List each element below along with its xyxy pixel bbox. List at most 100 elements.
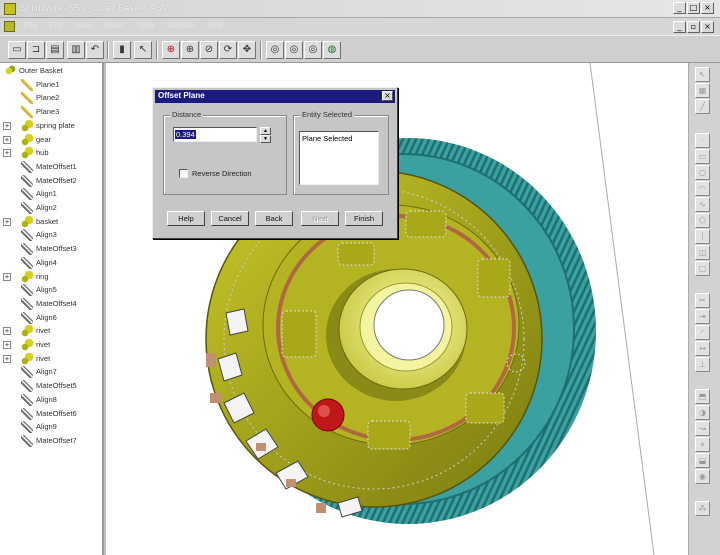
offset-icon[interactable]: ▢ — [695, 261, 710, 276]
doc-minimize-button[interactable]: _ — [673, 21, 686, 33]
select-icon[interactable]: ↖ — [134, 41, 152, 59]
tree-item-rivet[interactable]: + rivet — [0, 325, 102, 338]
tree-item-plane2[interactable]: Plane2 — [0, 92, 102, 105]
spline-icon[interactable]: ∿ — [695, 197, 710, 212]
tree-item-ring[interactable]: + ring — [0, 270, 102, 283]
dialog-title-bar[interactable]: Offset Plane × — [155, 90, 395, 103]
rebuild-icon[interactable]: ▮ — [113, 41, 131, 59]
rotate-icon[interactable]: ⟳ — [219, 41, 237, 59]
menu-edit[interactable]: Edit — [49, 21, 63, 30]
cut-icon[interactable]: ⬓ — [695, 453, 710, 468]
solidworks-app-icon[interactable] — [4, 3, 16, 15]
doc-close-button[interactable]: × — [701, 21, 714, 33]
expand-toggle[interactable]: + — [3, 149, 11, 158]
hidden-lines-icon[interactable]: ◎ — [285, 41, 303, 59]
cancel-button[interactable]: Cancel — [211, 211, 249, 226]
revolve-icon[interactable]: ◑ — [695, 405, 710, 420]
spin-up-icon[interactable]: ▲ — [260, 127, 271, 135]
minimize-button[interactable]: _ — [673, 2, 686, 14]
shaded-icon[interactable]: ◍ — [323, 41, 341, 59]
zoom-in-out-icon[interactable]: ⊘ — [200, 41, 218, 59]
dialog-close-button[interactable]: × — [382, 91, 393, 101]
loft-icon[interactable]: ⋄ — [695, 437, 710, 452]
new-icon[interactable]: ▭ — [8, 41, 26, 59]
menu-window[interactable]: Window — [167, 21, 195, 30]
tree-item-align7[interactable]: Align7 — [0, 366, 102, 379]
arc-icon[interactable]: ◠ — [695, 181, 710, 196]
save-icon[interactable]: ▤ — [46, 41, 64, 59]
zoom-to-fit-icon[interactable]: ⊕ — [162, 41, 180, 59]
tree-item-plane1[interactable]: Plane1 — [0, 78, 102, 91]
sweep-icon[interactable]: ↝ — [695, 421, 710, 436]
menu-help[interactable]: Help — [207, 21, 223, 30]
pattern-icon[interactable]: ⁂ — [695, 501, 710, 516]
expand-toggle[interactable]: + — [3, 341, 11, 349]
expand-toggle[interactable]: + — [3, 135, 11, 144]
wireframe-icon[interactable]: ◎ — [266, 41, 284, 59]
menu-view[interactable]: View — [75, 21, 92, 30]
tree-item-align6[interactable]: Align6 — [0, 311, 102, 324]
tree-item-align5[interactable]: Align5 — [0, 284, 102, 297]
expand-toggle[interactable]: + — [3, 272, 11, 281]
next-button[interactable]: Next — [301, 211, 339, 226]
help-button[interactable]: Help — [167, 211, 205, 226]
back-button[interactable]: Back — [255, 211, 293, 226]
expand-toggle[interactable]: + — [3, 354, 11, 363]
pan-icon[interactable]: ✥ — [238, 41, 256, 59]
tree-item-mateoffset6[interactable]: MateOffset6 — [0, 407, 102, 420]
grid-icon[interactable]: ▦ — [695, 83, 710, 98]
tree-item-outer-basket[interactable]: Outer Basket — [0, 65, 102, 77]
arrow-icon[interactable]: ↖ — [695, 67, 710, 82]
extrude-icon[interactable]: ⬒ — [695, 389, 710, 404]
tree-item-align3[interactable]: Align3 — [0, 229, 102, 242]
dimension-icon[interactable]: ↔ — [695, 341, 710, 356]
tree-item-align9[interactable]: Align9 — [0, 421, 102, 434]
mirror-icon[interactable]: ◫ — [695, 245, 710, 260]
tree-item-mateoffset4[interactable]: MateOffset4 — [0, 297, 102, 310]
maximize-button[interactable]: □ — [687, 2, 700, 14]
undo-icon[interactable]: ↶ — [86, 41, 104, 59]
entity-selected-item[interactable]: Plane Selected — [302, 134, 352, 143]
tree-item-mateoffset2[interactable]: MateOffset2 — [0, 174, 102, 187]
relation-icon[interactable]: ⊥ — [695, 357, 710, 372]
point-icon[interactable]: · — [695, 133, 710, 148]
tree-item-rivet[interactable]: + rivet — [0, 339, 102, 351]
tree-item-align1[interactable]: Align1 — [0, 188, 102, 201]
zoom-area-icon[interactable]: ⊕ — [181, 41, 199, 59]
print-icon[interactable]: ▥ — [67, 41, 85, 59]
tree-item-mateoffset7[interactable]: MateOffset7 — [0, 434, 102, 447]
expand-toggle[interactable]: + — [3, 327, 11, 336]
reverse-direction-checkbox[interactable] — [179, 169, 188, 178]
tree-item-mateoffset3[interactable]: MateOffset3 — [0, 243, 102, 256]
expand-toggle[interactable]: + — [3, 121, 11, 130]
close-button[interactable]: × — [701, 2, 714, 14]
tree-item-plane3[interactable]: Plane3 — [0, 106, 102, 119]
menu-insert[interactable]: Insert — [104, 21, 124, 30]
menu-tools[interactable]: Tools — [136, 21, 155, 30]
extend-icon[interactable]: ⇥ — [695, 309, 710, 324]
polygon-icon[interactable]: ⬠ — [695, 213, 710, 228]
trim-icon[interactable]: ✂ — [695, 293, 710, 308]
fillet-icon[interactable]: ◜ — [695, 325, 710, 340]
hole-icon[interactable]: ◉ — [695, 469, 710, 484]
menu-file[interactable]: File — [24, 21, 37, 30]
distance-input[interactable]: 0.394 — [173, 127, 257, 142]
tree-item-align4[interactable]: Align4 — [0, 256, 102, 269]
tree-item-mateoffset5[interactable]: MateOffset5 — [0, 380, 102, 393]
document-icon[interactable] — [4, 21, 15, 32]
finish-button[interactable]: Finish — [345, 211, 383, 226]
doc-restore-button[interactable]: ▫ — [687, 21, 700, 33]
rectangle-icon[interactable]: ▭ — [695, 149, 710, 164]
spin-down-icon[interactable]: ▼ — [260, 135, 271, 143]
sketch-line-icon[interactable]: ╱ — [695, 99, 710, 114]
tree-item-spring-plate[interactable]: + spring plate — [0, 119, 102, 132]
tree-item-mateoffset1[interactable]: MateOffset1 — [0, 160, 102, 173]
tree-item-basket[interactable]: + basket — [0, 215, 102, 228]
circle-icon[interactable]: ○ — [695, 165, 710, 180]
entity-selected-list[interactable]: Plane Selected — [299, 131, 379, 185]
open-icon[interactable]: ⊐ — [27, 41, 45, 59]
tree-item-align8[interactable]: Align8 — [0, 393, 102, 406]
tree-item-align2[interactable]: Align2 — [0, 202, 102, 214]
tree-item-hub[interactable]: + hub — [0, 147, 102, 160]
tree-item-gear[interactable]: + gear — [0, 133, 102, 146]
